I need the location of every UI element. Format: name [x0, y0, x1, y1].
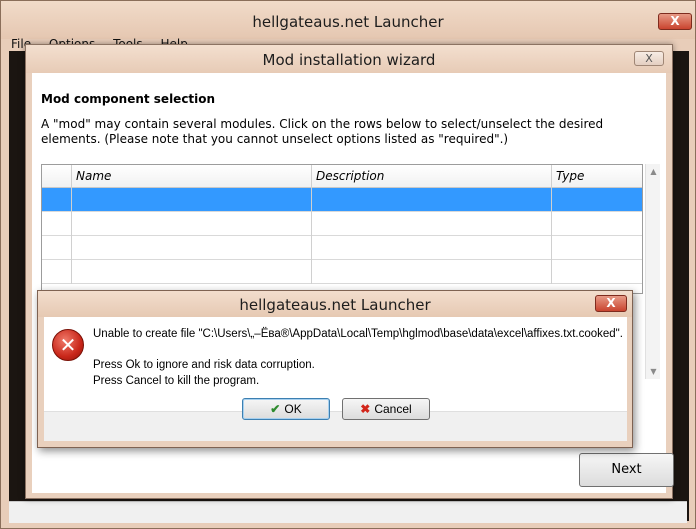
column-header-description[interactable]: Description [312, 165, 552, 188]
launcher-title: hellgateaus.net Launcher [252, 13, 444, 31]
cell-description [312, 236, 552, 260]
error-titlebar[interactable]: hellgateaus.net Launcher X [38, 291, 632, 317]
row-header-corner [42, 165, 72, 188]
cancel-x-icon: ✖ [360, 402, 371, 416]
ok-button[interactable]: ✔ OK [242, 398, 330, 420]
table-row[interactable] [42, 188, 642, 212]
table-row[interactable] [42, 236, 642, 260]
error-instruction-cancel: Press Cancel to kill the program. [93, 375, 260, 387]
cell-type [552, 260, 642, 284]
table-row[interactable] [42, 260, 642, 284]
section-heading: Mod component selection [41, 92, 216, 106]
cell-name [72, 236, 312, 260]
cell-description [312, 212, 552, 236]
cell-type [552, 188, 642, 212]
table-row[interactable] [42, 212, 642, 236]
error-icon: ✕ [52, 329, 84, 361]
cell-type [552, 236, 642, 260]
error-close-button[interactable]: X [595, 295, 627, 312]
launcher-titlebar[interactable]: hellgateaus.net Launcher X [1, 1, 695, 39]
grid-header: Name Description Type [42, 165, 642, 188]
cell-description [312, 260, 552, 284]
next-button[interactable]: Next [579, 453, 674, 487]
row-selector[interactable] [42, 260, 72, 284]
cell-description [312, 188, 552, 212]
row-selector[interactable] [42, 212, 72, 236]
scroll-up-arrow-icon[interactable]: ▲ [646, 164, 661, 179]
cell-name [72, 188, 312, 212]
error-instruction-ok: Press Ok to ignore and risk data corrupt… [93, 359, 315, 371]
row-selector[interactable] [42, 236, 72, 260]
check-icon: ✔ [270, 402, 281, 416]
cell-type [552, 212, 642, 236]
wizard-title: Mod installation wizard [262, 51, 436, 69]
module-grid: Name Description Type [41, 164, 643, 294]
wizard-close-button[interactable]: X [634, 51, 664, 66]
error-title: hellgateaus.net Launcher [239, 296, 431, 314]
error-message: Unable to create file "C:\Users\„–Ёва®\A… [93, 328, 623, 340]
row-selector[interactable] [42, 188, 72, 212]
launcher-close-button[interactable]: X [658, 13, 692, 30]
error-button-bar: ✔ OK ✖ Cancel [44, 398, 627, 441]
cancel-button[interactable]: ✖ Cancel [342, 398, 430, 420]
cancel-label: Cancel [374, 402, 412, 416]
launcher-statusbar [9, 501, 687, 523]
section-description: A "mod" may contain several modules. Cli… [41, 117, 604, 146]
error-body: ✕ Unable to create file "C:\Users\„–Ёва®… [44, 317, 627, 441]
ok-label: OK [284, 402, 302, 416]
cell-name [72, 260, 312, 284]
column-header-type[interactable]: Type [552, 165, 642, 188]
scroll-down-arrow-icon[interactable]: ▼ [646, 364, 661, 379]
wizard-titlebar[interactable]: Mod installation wizard X [26, 45, 672, 73]
cell-name [72, 212, 312, 236]
error-dialog: hellgateaus.net Launcher X ✕ Unable to c… [37, 290, 633, 448]
column-header-name[interactable]: Name [72, 165, 312, 188]
grid-vertical-scrollbar[interactable]: ▲ ▼ [645, 164, 660, 379]
